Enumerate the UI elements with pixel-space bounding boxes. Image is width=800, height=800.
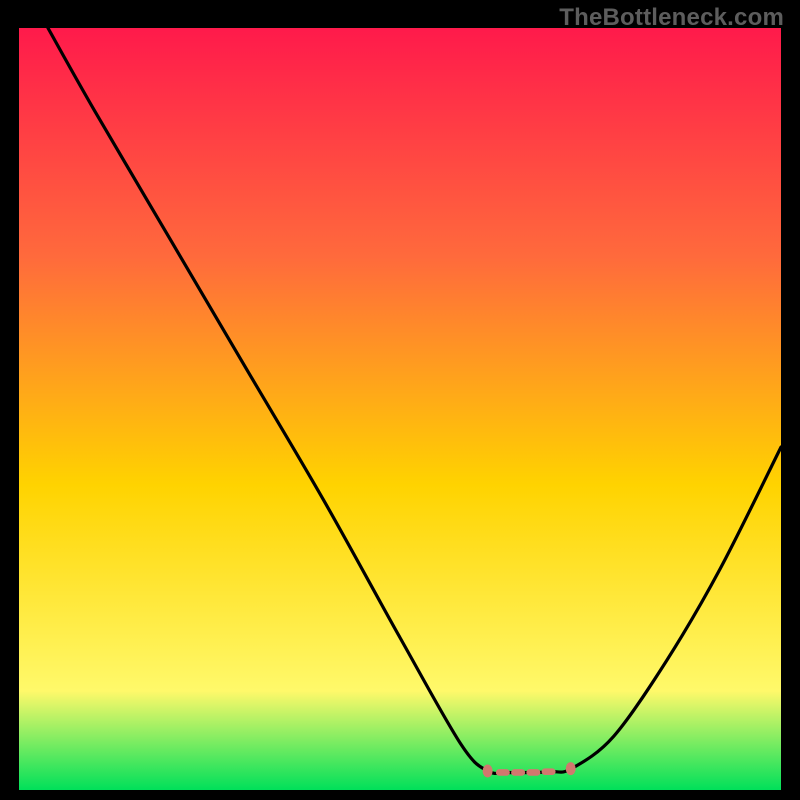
marker-point: [511, 769, 525, 776]
bottleneck-chart: [19, 28, 781, 790]
marker-point: [566, 762, 576, 775]
marker-point: [542, 768, 556, 775]
gradient-bg: [19, 28, 781, 790]
marker-point: [496, 769, 510, 776]
marker-point: [483, 764, 493, 777]
chart-frame: [19, 28, 781, 790]
marker-point: [526, 769, 540, 776]
